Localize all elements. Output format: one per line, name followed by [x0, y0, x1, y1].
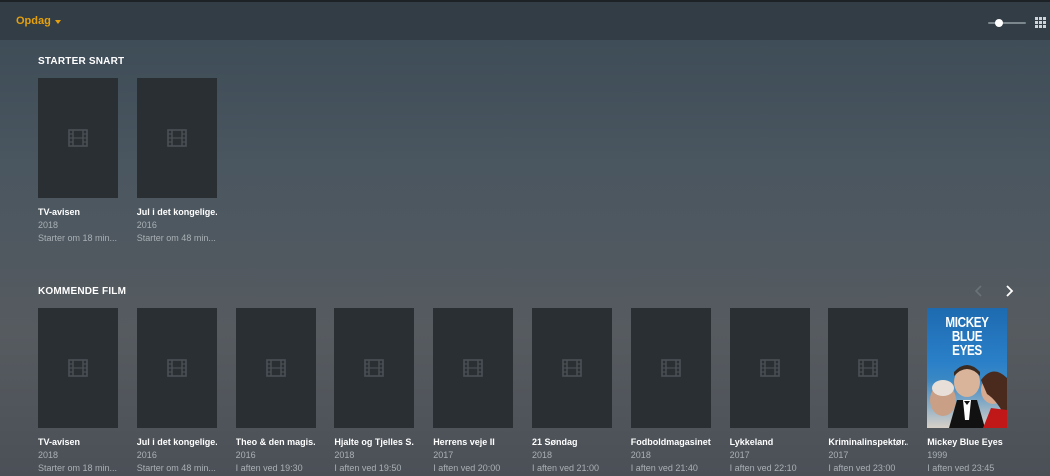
section-title-starting-soon: STARTER SNART — [38, 56, 125, 67]
poster[interactable] — [235, 308, 316, 428]
top-bar: Opdag — [0, 0, 1050, 40]
poster[interactable] — [136, 78, 217, 198]
media-year: 2018 — [532, 450, 553, 460]
air-time: I aften ved 23:45 — [927, 463, 995, 473]
air-time: I aften ved 19:30 — [235, 463, 303, 473]
film-strip-icon — [463, 359, 483, 377]
media-card[interactable]: Jul i det kongelige... 2016 Starter om 48 … — [136, 78, 217, 243]
film-strip-icon — [265, 359, 286, 377]
poster[interactable]: MICKEY BLUE EYES — [927, 308, 1008, 428]
air-time: I aften ved 20:00 — [433, 463, 501, 473]
media-card[interactable]: Lykkeland 2017 I aften ved 22:10 — [729, 308, 810, 473]
film-strip-icon — [759, 359, 780, 377]
media-card[interactable]: Fodboldmagasinet 2018 I aften ved 21:40 — [630, 308, 711, 473]
air-time: Starter om 18 min... — [38, 233, 118, 243]
film-strip-icon — [562, 359, 582, 377]
air-time: I aften ved 21:00 — [532, 463, 600, 473]
section-title-upcoming-films: KOMMENDE FILM — [38, 286, 127, 297]
media-title[interactable]: Herrens veje II — [433, 437, 513, 447]
media-title[interactable]: Hjalte og Tjelles S... — [334, 437, 414, 447]
media-card[interactable]: Kriminalinspektør... 2017 I aften ved 23:0… — [828, 308, 909, 473]
poster-title-art: MICKEY BLUE EYES — [945, 314, 990, 359]
media-year: 2017 — [729, 450, 750, 460]
media-title[interactable]: Mickey Blue Eyes — [927, 437, 1007, 447]
film-strip-icon — [166, 129, 187, 147]
air-time: Starter om 48 min... — [136, 463, 216, 473]
media-card[interactable]: Theo & den magis... 2016 I aften ved 19:30 — [235, 308, 316, 473]
media-year: 2017 — [828, 450, 849, 460]
air-time: I aften ved 22:10 — [729, 463, 797, 473]
media-title[interactable]: 21 Søndag — [532, 437, 612, 447]
air-time: Starter om 18 min... — [38, 463, 118, 473]
poster-artwork — [930, 365, 1008, 428]
media-title[interactable]: Jul i det kongelige... — [137, 207, 217, 217]
poster[interactable] — [433, 308, 514, 428]
air-time: I aften ved 19:50 — [334, 463, 402, 473]
media-title[interactable]: Lykkeland — [730, 437, 810, 447]
poster[interactable] — [729, 308, 810, 428]
media-card[interactable]: 21 Søndag 2018 I aften ved 21:00 — [532, 308, 612, 473]
media-year: 2018 — [38, 450, 59, 460]
film-strip-icon — [68, 129, 88, 147]
chevron-right-icon[interactable] — [1002, 284, 1016, 298]
media-year: 2018 — [334, 450, 355, 460]
media-card[interactable]: Herrens veje II 2017 I aften ved 20:00 — [433, 308, 514, 473]
media-card[interactable]: Jul i det kongelige... 2016 Starter om 48 … — [136, 308, 217, 473]
media-title[interactable]: Fodboldmagasinet — [631, 437, 711, 447]
media-title[interactable]: Jul i det kongelige... — [137, 437, 217, 447]
air-time: I aften ved 21:40 — [630, 463, 698, 473]
discover-menu-button[interactable]: Opdag — [16, 15, 61, 27]
poster[interactable] — [630, 308, 711, 428]
film-strip-icon — [68, 359, 88, 377]
media-year: 2017 — [433, 450, 454, 460]
media-year: 2018 — [630, 450, 651, 460]
poster[interactable] — [334, 308, 415, 428]
poster[interactable] — [38, 308, 118, 428]
media-year: 2016 — [136, 450, 157, 460]
media-title[interactable]: TV-avisen — [38, 207, 118, 217]
poster[interactable] — [532, 308, 612, 428]
media-title[interactable]: Kriminalinspektør... — [828, 437, 908, 447]
slider-knob[interactable] — [995, 19, 1004, 27]
poster[interactable] — [38, 78, 118, 198]
media-year: 2018 — [38, 220, 59, 230]
air-time: I aften ved 23:00 — [828, 463, 896, 473]
media-title[interactable]: Theo & den magis... — [236, 437, 316, 447]
film-strip-icon — [364, 359, 385, 377]
media-card[interactable]: TV-avisen 2018 Starter om 18 min... — [38, 308, 118, 473]
discover-menu-label: Opdag — [16, 15, 51, 27]
caret-down-icon — [54, 19, 61, 24]
grid-view-icon[interactable] — [1035, 17, 1046, 28]
poster[interactable] — [828, 308, 909, 428]
chevron-left-icon[interactable] — [972, 284, 986, 298]
media-card[interactable]: TV-avisen 2018 Starter om 18 min... — [38, 78, 118, 243]
media-card[interactable]: MICKEY BLUE EYES Mickey Blue Eyes 1999 I af… — [927, 308, 1008, 473]
media-title[interactable]: TV-avisen — [38, 437, 118, 447]
film-strip-icon — [858, 359, 879, 377]
poster[interactable] — [136, 308, 217, 428]
media-year: 2016 — [235, 450, 256, 460]
poster-size-slider[interactable] — [988, 19, 1026, 27]
film-strip-icon — [166, 359, 187, 377]
media-year: 1999 — [927, 450, 948, 460]
media-card[interactable]: Hjalte og Tjelles S... 2018 I aften ved 19… — [334, 308, 415, 473]
air-time: Starter om 48 min... — [136, 233, 216, 243]
film-strip-icon — [660, 359, 681, 377]
media-year: 2016 — [136, 220, 157, 230]
